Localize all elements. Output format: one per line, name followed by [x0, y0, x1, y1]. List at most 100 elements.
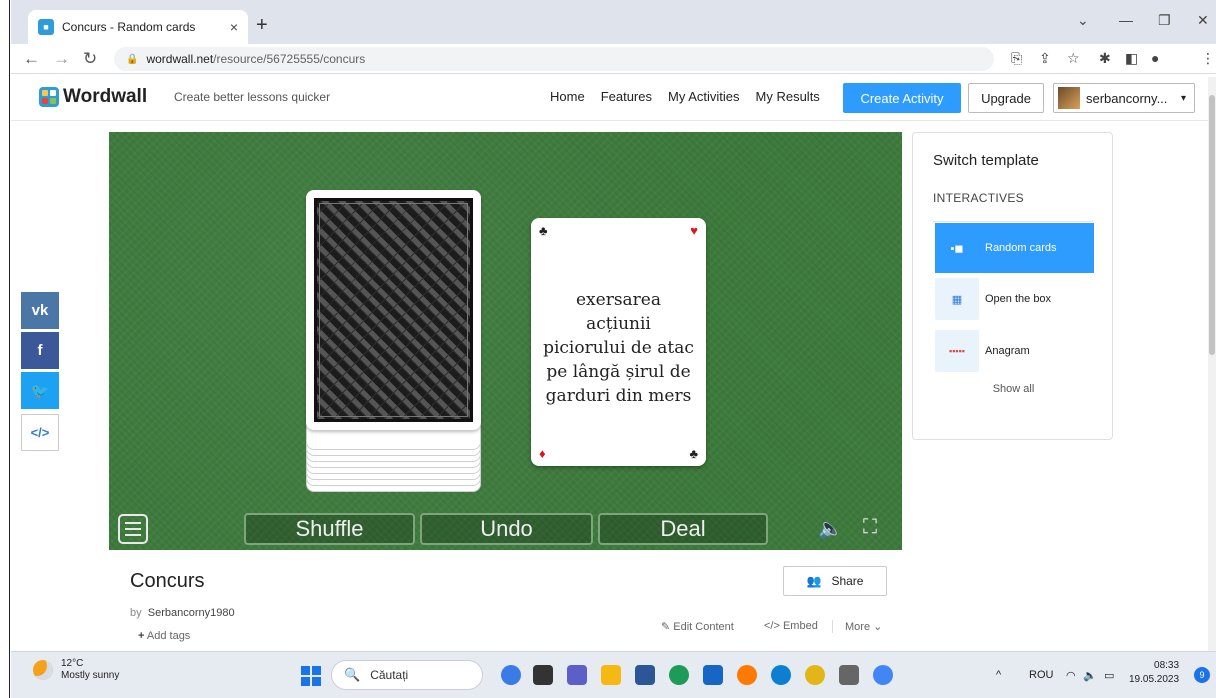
chevron-down-icon: ▾ [1180, 92, 1186, 104]
share-label: Share [831, 574, 864, 588]
task-view-icon[interactable] [533, 665, 553, 685]
camera-app-icon[interactable] [839, 665, 859, 685]
embed-code-icon: </> [30, 425, 50, 440]
extensions-puzzle-icon[interactable]: ✱ [1099, 50, 1111, 67]
random-cards-icon: ▪◼ [935, 227, 979, 269]
nav-features[interactable]: Features [601, 89, 652, 104]
nav-my-activities[interactable]: My Activities [668, 89, 740, 104]
minimize-icon[interactable]: — [1119, 12, 1133, 28]
deal-button[interactable]: Deal [598, 513, 768, 545]
edge-app-icon[interactable] [771, 665, 791, 685]
template-anagram[interactable]: ▪▪▪▪▪ Anagram [935, 326, 1094, 376]
author-link[interactable]: Serbancorny1980 [148, 607, 235, 619]
chat-app-icon[interactable] [567, 665, 587, 685]
twitter-share-button[interactable]: 🐦 [21, 372, 59, 409]
firefox-app-icon[interactable] [737, 665, 757, 685]
browser-tab[interactable]: ■ Concurs - Random cards × [28, 10, 248, 44]
chrome-app-icon[interactable] [805, 665, 825, 685]
diamond-icon: ♦ [539, 446, 546, 461]
battery-icon[interactable]: ▭ [1104, 669, 1114, 682]
weather-text: Mostly sunny [61, 670, 120, 681]
nav-home[interactable]: Home [550, 89, 585, 104]
activity-info: Concurs by Serbancorny1980 + Add tags 👥 … [109, 550, 902, 646]
tab-close-icon[interactable]: × [230, 19, 238, 35]
create-activity-button[interactable]: Create Activity [843, 83, 961, 113]
club-icon: ♣ [539, 223, 548, 238]
activity-title: Concurs [130, 570, 205, 592]
taskbar-search[interactable]: 🔍 Căutați [331, 660, 483, 690]
share-button[interactable]: 👥 Share [783, 566, 887, 596]
browser-menu-icon[interactable]: ⋮ [1201, 50, 1215, 67]
page-scrollbar[interactable] [1208, 77, 1216, 651]
facebook-share-button[interactable]: f [21, 332, 59, 369]
shuffle-button[interactable]: Shuffle [244, 513, 415, 545]
reload-icon[interactable]: ↻ [83, 49, 97, 69]
forward-arrow-icon[interactable]: → [53, 49, 70, 69]
sun-cloud-icon [33, 660, 53, 680]
switch-template-panel: Switch template INTERACTIVES ▪◼ Random c… [912, 132, 1113, 440]
more-menu[interactable]: More ⌄ [832, 620, 882, 633]
undo-button[interactable]: Undo [420, 513, 593, 545]
profile-avatar-icon[interactable]: ● [1151, 50, 1159, 66]
heart-icon: ♥ [690, 223, 698, 238]
embed-share-button[interactable]: </> [21, 414, 59, 451]
app-icon[interactable] [669, 665, 689, 685]
tray-overflow-icon[interactable]: ^ [996, 669, 1001, 681]
game-menu-button[interactable] [118, 514, 148, 544]
url-bar[interactable]: 🔒 wordwall.net/resource/56725555/concurs [114, 47, 994, 71]
zoom-app-icon[interactable] [703, 665, 723, 685]
file-explorer-icon[interactable] [601, 665, 621, 685]
upgrade-button[interactable]: Upgrade [968, 83, 1044, 113]
sound-icon[interactable]: 🔈 [818, 516, 843, 541]
embed-link[interactable]: </> Embed [764, 620, 818, 632]
divider [933, 221, 1093, 222]
language-indicator[interactable]: ROU [1029, 669, 1053, 681]
open-the-box-icon: ▦ [935, 278, 979, 320]
share-page-icon[interactable]: ⇪ [1039, 50, 1051, 67]
template-open-the-box[interactable]: ▦ Open the box [935, 274, 1094, 324]
weather-widget[interactable]: 12°C Mostly sunny [33, 658, 119, 682]
new-tab-button[interactable]: + [256, 14, 268, 37]
url-path: /resource/56725555/concurs [213, 52, 366, 66]
wifi-icon[interactable]: ◠ [1066, 669, 1076, 682]
clock[interactable]: 08:33 19.05.2023 [1129, 659, 1179, 687]
edit-content-link[interactable]: ✎ Edit Content [661, 620, 734, 633]
restore-icon[interactable]: ❐ [1158, 12, 1171, 29]
bing-app-icon[interactable] [501, 665, 521, 685]
people-icon: 👥 [806, 574, 822, 588]
volume-icon[interactable]: 🔈 [1083, 669, 1097, 682]
game-controls: Shuffle Undo Deal 🔈 ⛶ [109, 508, 902, 550]
add-tags-link[interactable]: + Add tags [138, 630, 190, 642]
chrome-profile-app-icon[interactable] [873, 665, 893, 685]
twitter-icon: 🐦 [30, 382, 50, 400]
template-random-cards[interactable]: ▪◼ Random cards [935, 223, 1094, 273]
search-placeholder: Căutați [370, 668, 409, 682]
main-nav: Home Features My Activities My Results [550, 89, 836, 104]
windows-taskbar: 12°C Mostly sunny 🔍 Căutați ^ ROU ◠ 🔈 ▭ … [11, 651, 1216, 698]
user-name: serbancorny... [1086, 90, 1168, 106]
side-panel-icon[interactable]: ◧ [1125, 50, 1138, 67]
wordwall-logo[interactable]: Wordwall [39, 86, 147, 108]
code-icon: </> [764, 620, 780, 632]
club-icon: ♣ [689, 446, 698, 461]
close-window-icon[interactable]: ✕ [1197, 12, 1209, 29]
edit-label: Edit Content [673, 621, 734, 633]
notification-badge[interactable]: 9 [1194, 667, 1210, 683]
bookmark-star-icon[interactable]: ☆ [1067, 50, 1080, 67]
start-button[interactable] [301, 666, 321, 686]
show-all-link[interactable]: Show all [913, 383, 1114, 395]
nav-my-results[interactable]: My Results [756, 89, 820, 104]
facebook-icon: f [37, 342, 43, 359]
vk-share-button[interactable]: vk [21, 292, 59, 329]
scrollbar-thumb[interactable] [1209, 95, 1215, 355]
logo-text: Wordwall [63, 86, 148, 107]
card-deck[interactable] [306, 190, 481, 492]
tab-search-chevron-icon[interactable]: ⌄ [1077, 12, 1089, 29]
word-app-icon[interactable] [635, 665, 655, 685]
fullscreen-icon[interactable]: ⛶ [863, 516, 877, 539]
author-line: by Serbancorny1980 [130, 607, 235, 619]
translate-icon[interactable]: ⎘ [1011, 50, 1022, 67]
vk-icon: vk [31, 302, 49, 319]
user-menu-button[interactable]: serbancorny... ▾ [1053, 83, 1195, 113]
back-arrow-icon[interactable]: ← [23, 49, 40, 69]
